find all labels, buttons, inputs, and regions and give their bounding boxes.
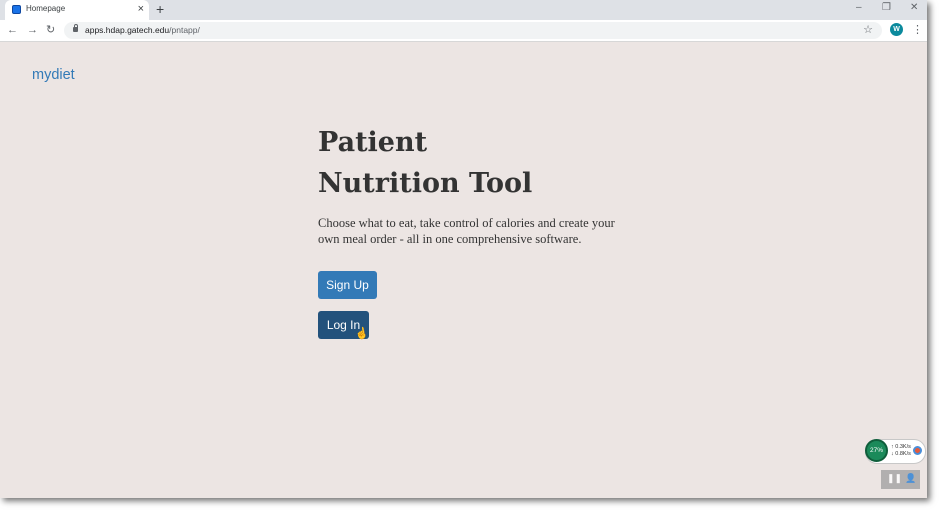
browser-toolbar: ← → ↻ apps.hdap.gatech.edu/pntapp/ ☆ W ⋮	[0, 20, 927, 42]
tab-strip: Homepage × + – ❐ ✕	[0, 0, 927, 20]
page-title: Patient Nutrition Tool	[318, 127, 533, 199]
browser-window: Homepage × + – ❐ ✕ ← → ↻ apps.hdap.gatec…	[0, 0, 927, 498]
url-text[interactable]: apps.hdap.gatech.edu/pntapp/	[85, 25, 200, 35]
media-control-bar[interactable]: ❚❚ 👤	[881, 470, 920, 489]
download-speed: ↓ 0.8K/s	[891, 451, 911, 457]
profile-avatar[interactable]: W	[890, 23, 903, 36]
status-dot-icon	[913, 446, 922, 455]
menu-icon[interactable]: ⋮	[912, 23, 923, 37]
network-monitor-widget[interactable]: 27% ↑ 0.3K/s ↓ 0.8K/s	[865, 439, 926, 464]
forward-arrow-icon[interactable]: →	[27, 23, 38, 37]
cpu-usage-badge: 27%	[865, 439, 888, 462]
favicon-icon	[12, 5, 21, 14]
pause-icon[interactable]: ❚❚	[887, 473, 902, 484]
lock-icon[interactable]	[73, 24, 78, 32]
url-path: /pntapp/	[169, 25, 200, 35]
brand-link[interactable]: mydiet	[32, 67, 75, 83]
address-bar[interactable]: apps.hdap.gatech.edu/pntapp/ ☆	[64, 22, 882, 39]
tab-title: Homepage	[26, 4, 66, 13]
restore-button[interactable]: ❐	[882, 2, 891, 14]
star-icon[interactable]: ☆	[863, 23, 873, 37]
page-description: Choose what to eat, take control of calo…	[318, 216, 615, 246]
back-arrow-icon[interactable]: ←	[7, 23, 18, 37]
tab-homepage[interactable]: Homepage ×	[5, 0, 149, 20]
network-speeds: ↑ 0.3K/s ↓ 0.8K/s	[891, 444, 911, 458]
url-host: apps.hdap.gatech.edu	[85, 25, 170, 35]
upload-speed: ↑ 0.3K/s	[891, 444, 911, 450]
cursor-hand-icon: ☝	[354, 326, 370, 342]
close-window-button[interactable]: ✕	[910, 2, 918, 14]
person-icon[interactable]: 👤	[905, 473, 916, 484]
sign-up-button[interactable]: Sign Up	[318, 271, 377, 299]
new-tab-button[interactable]: +	[156, 1, 164, 17]
tab-close-icon[interactable]: ×	[138, 2, 144, 16]
minimize-button[interactable]: –	[856, 2, 862, 14]
reload-icon[interactable]: ↻	[46, 23, 55, 37]
